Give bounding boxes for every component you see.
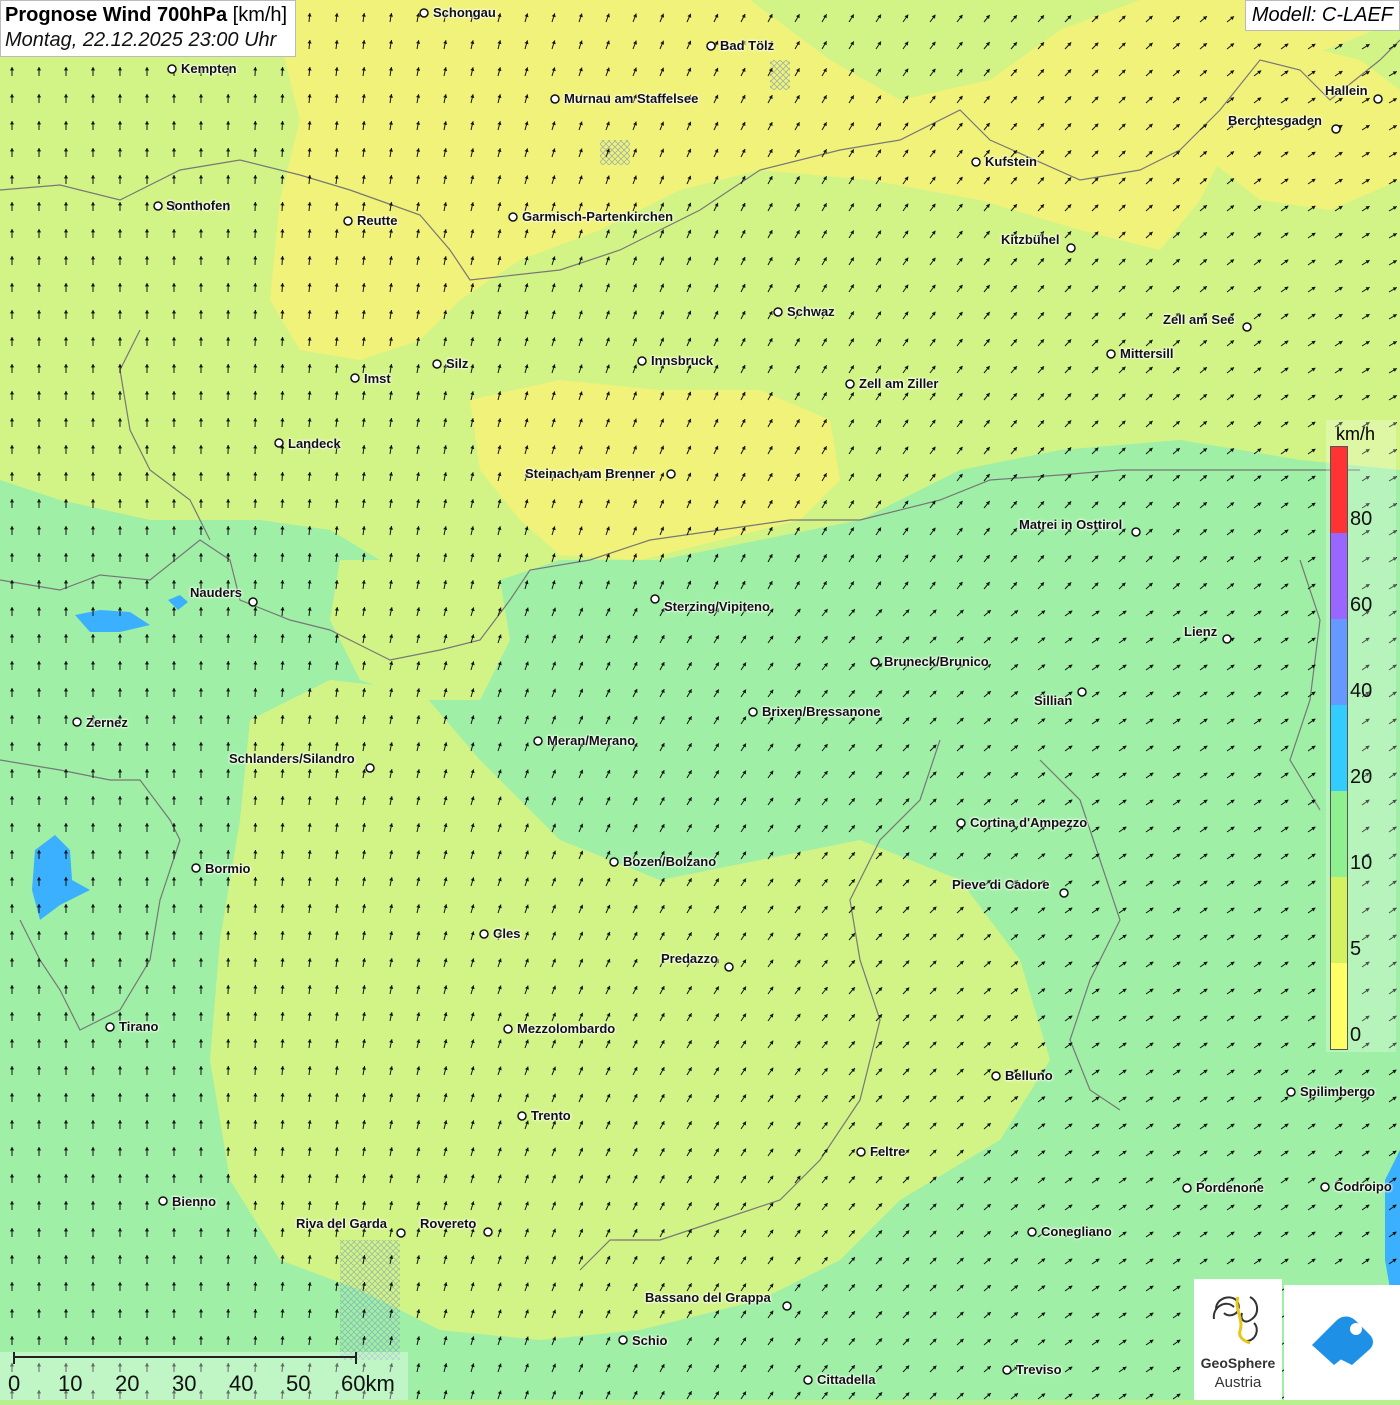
urban-area-kochel (770, 60, 790, 90)
urban-area-murnau (600, 140, 630, 165)
